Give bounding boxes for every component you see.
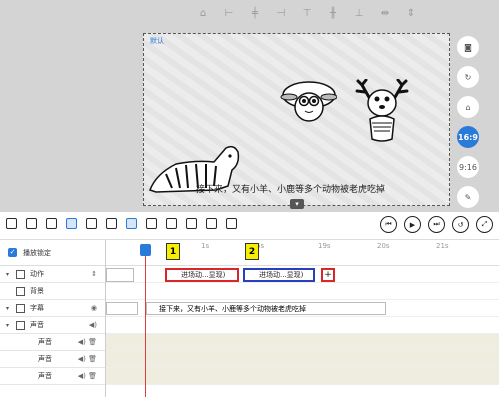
background-track-lane[interactable] (106, 283, 499, 300)
track-label: 声音 (38, 355, 52, 363)
track-audio[interactable]: ▾ 声音 ◀) (0, 317, 105, 334)
align-center-icon[interactable]: ╪ (248, 8, 262, 20)
tick-label: 21s (436, 242, 449, 250)
drag-icon[interactable]: ⇕ (91, 270, 97, 278)
audio-track-icon (16, 320, 25, 330)
stage-subtitle[interactable]: 接下来，又有小羊、小鹿等多个动物被老虎吃掉 (196, 182, 385, 195)
volume-delete-icons[interactable]: ◀) 🗑 (78, 338, 97, 346)
track-label: 背景 (30, 287, 44, 295)
prev-icon[interactable]: ⏮ (380, 216, 397, 233)
track-audio-1[interactable]: 声音 ◀) 🗑 (0, 334, 105, 351)
action-icon (16, 269, 25, 279)
align-middle-icon[interactable]: ╫ (326, 8, 340, 20)
subtitle-track-icon (16, 303, 25, 313)
effect-icon[interactable] (106, 218, 117, 229)
tick-label: 20s (377, 242, 390, 250)
track-label: 声音 (38, 372, 52, 380)
mic-icon[interactable] (206, 218, 217, 229)
next-icon[interactable]: ⏭ (428, 216, 445, 233)
timeline-toolbar: ⏮ ▶ ⏭ ↺ ⤢ (0, 212, 499, 240)
undo-icon[interactable]: ↺ (452, 216, 469, 233)
lock-icon[interactable]: ⌂ (196, 8, 210, 20)
insert-tools (6, 218, 237, 229)
subtitle-icon[interactable] (126, 218, 137, 229)
edit-icon[interactable]: ✎ (457, 186, 479, 208)
audio-lane-3[interactable] (106, 368, 499, 385)
video-icon[interactable] (6, 218, 17, 229)
timeline-area[interactable]: 1s 5s 19s 20s 21s 进场动...显现) 进场动...显现) + … (106, 240, 499, 397)
audio-track-lane[interactable] (106, 317, 499, 334)
deer-illustration[interactable] (352, 79, 412, 147)
prev-subtitle-clip[interactable] (106, 302, 138, 315)
stamp-icon[interactable] (166, 218, 177, 229)
distribute-h-icon[interactable]: ⇹ (378, 8, 392, 20)
annotation-badge-1: 1 (166, 243, 180, 260)
subtitle-clip[interactable]: 接下来，又有小羊、小鹿等多个动物被老虎吃掉 (146, 302, 386, 315)
subtitle-track-lane[interactable]: 接下来，又有小羊、小鹿等多个动物被老虎吃掉 (106, 300, 499, 317)
editor-stage-area: ⌂ ⊢ ╪ ⊣ ⊤ ╫ ⊥ ⇹ ⇕ 默认 接下来，又有小羊、小鹿等多个动物被老虎… (0, 0, 499, 212)
ratio-16-9-button[interactable]: 16:9 (457, 126, 479, 148)
prev-clip[interactable] (106, 268, 134, 282)
track-label: 字幕 (30, 304, 44, 312)
image-icon[interactable] (26, 218, 37, 229)
collapse-handle[interactable]: ▾ (290, 199, 304, 209)
annotation-badge-2: 2 (245, 243, 259, 260)
audio-lane-2[interactable] (106, 351, 499, 368)
distribute-v-icon[interactable]: ⇕ (404, 8, 418, 20)
time-ruler[interactable]: 1s 5s 19s 20s 21s (106, 240, 499, 266)
align-toolbar: ⌂ ⊢ ╪ ⊣ ⊤ ╫ ⊥ ⇹ ⇕ (196, 8, 418, 20)
tick-label: 19s (318, 242, 331, 250)
lock-button[interactable]: ⌂ (457, 96, 479, 118)
lock-label: 播放锁定 (23, 248, 51, 257)
track-audio-3[interactable]: 声音 ◀) 🗑 (0, 368, 105, 385)
character-icon[interactable] (186, 218, 197, 229)
track-label: 声音 (30, 321, 44, 329)
action-track-lane[interactable]: 进场动...显现) 进场动...显现) + (106, 266, 499, 283)
text-icon[interactable] (46, 218, 57, 229)
eye-icon[interactable]: ◉ (91, 304, 97, 312)
track-subtitle[interactable]: ▾ 字幕 ◉ (0, 300, 105, 317)
play-icon[interactable]: ▶ (404, 216, 421, 233)
volume-icon[interactable]: ◀) (89, 321, 97, 329)
add-clip-button[interactable]: + (321, 268, 335, 282)
sheep-illustration[interactable] (279, 79, 337, 125)
track-audio-2[interactable]: 声音 ◀) 🗑 (0, 351, 105, 368)
align-bottom-icon[interactable]: ⊥ (352, 8, 366, 20)
track-label: 声音 (38, 338, 52, 346)
align-left-icon[interactable]: ⊢ (222, 8, 236, 20)
audio-lane-1[interactable] (106, 334, 499, 351)
lock-row: ✓ 播放锁定 (0, 240, 105, 266)
volume-delete-icons[interactable]: ◀) 🗑 (78, 372, 97, 380)
volume-delete-icons[interactable]: ◀) 🗑 (78, 355, 97, 363)
playback-controls: ⏮ ▶ ⏭ ↺ ⤢ (380, 216, 493, 233)
default-label: 默认 (150, 37, 164, 45)
track-label: 动作 (30, 270, 44, 278)
refresh-icon[interactable]: ↻ (457, 66, 479, 88)
action-clip-2[interactable]: 进场动...显现) (243, 268, 315, 282)
tick-label: 1s (201, 242, 210, 250)
track-background[interactable]: 背景 (0, 283, 105, 300)
transition-icon[interactable] (86, 218, 97, 229)
ratio-9-16-button[interactable]: 9:16 (457, 156, 479, 178)
expand-icon[interactable]: ⤢ (476, 216, 493, 233)
lock-checkbox[interactable]: ✓ (8, 248, 17, 257)
audio-icon[interactable] (226, 218, 237, 229)
track-action[interactable]: ▾ 动作 ⇕ (0, 266, 105, 283)
playhead-line[interactable] (145, 244, 146, 397)
stage-canvas[interactable]: 默认 接下来，又有小羊、小鹿等多个动物被老虎吃掉 (143, 33, 450, 206)
align-top-icon[interactable]: ⊤ (300, 8, 314, 20)
shape-icon[interactable] (66, 218, 77, 229)
track-list: ✓ 播放锁定 ▾ 动作 ⇕ 背景 ▾ 字幕 ◉ ▾ 声音 ◀) 声音 ◀) 🗑 声音 ◀) 🗑 … (0, 240, 106, 397)
align-right-icon[interactable]: ⊣ (274, 8, 288, 20)
bg-icon[interactable] (146, 218, 157, 229)
playhead-handle[interactable] (140, 244, 151, 256)
camera-icon[interactable]: ◙ (457, 36, 479, 58)
stage-side-buttons: ◙ ↻ ⌂ 16:9 9:16 ✎ (456, 36, 480, 208)
action-clip-1[interactable]: 进场动...显现) (165, 268, 239, 282)
background-icon (16, 286, 25, 296)
